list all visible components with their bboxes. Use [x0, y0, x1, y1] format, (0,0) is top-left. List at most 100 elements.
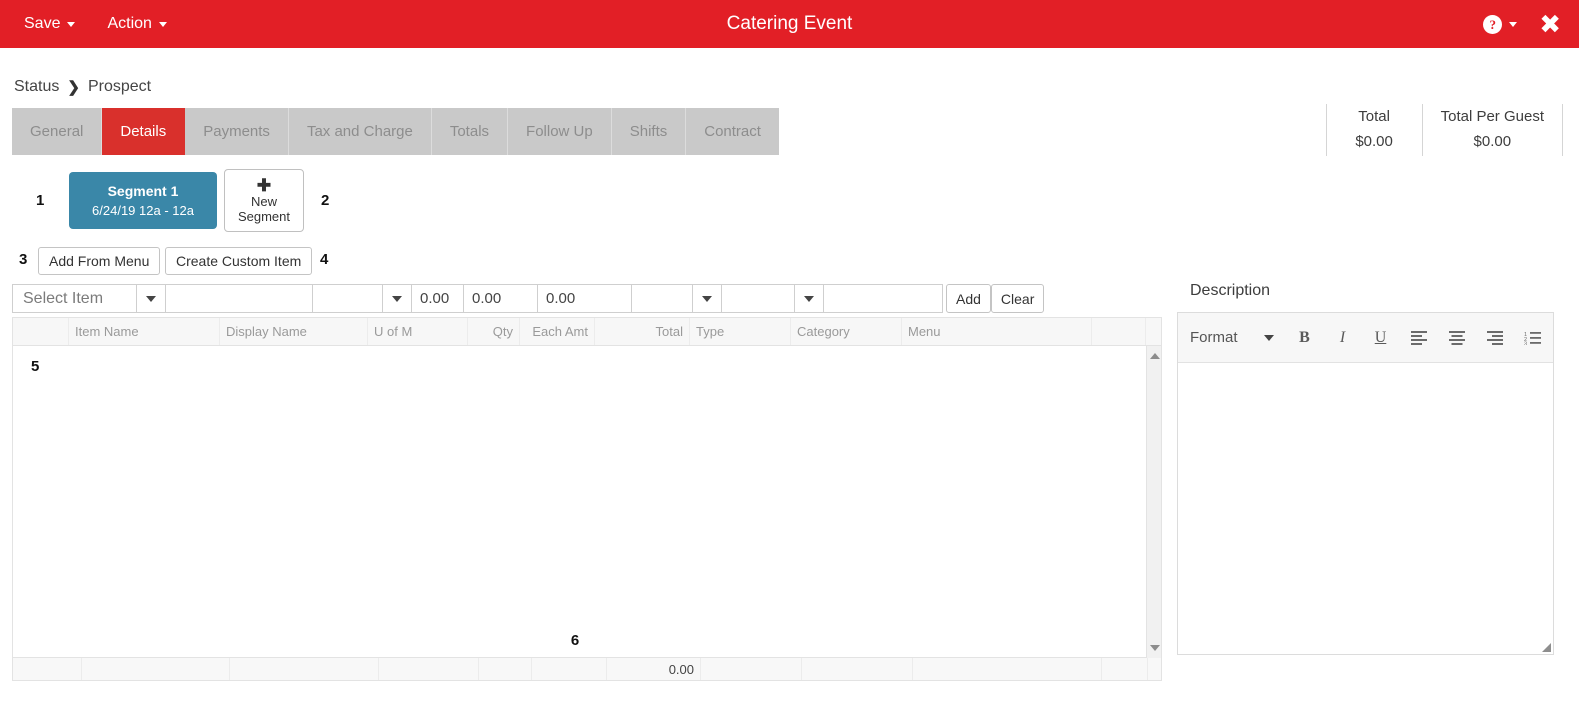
total-per-guest-label: Total Per Guest [1440, 108, 1544, 125]
svg-text:3: 3 [1524, 341, 1527, 345]
tab-label: Totals [449, 123, 490, 140]
grid-col-u-of-m[interactable]: U of M [368, 318, 468, 345]
total-input[interactable]: 0.00 [537, 284, 632, 313]
grid-col-display-name[interactable]: Display Name [220, 318, 368, 345]
grid-vertical-scrollbar[interactable] [1146, 346, 1161, 658]
save-menu[interactable]: Save [0, 0, 91, 48]
clear-item-button[interactable]: Clear [990, 284, 1045, 313]
tab-label: Follow Up [526, 123, 593, 140]
align-left-icon[interactable] [1402, 321, 1436, 355]
format-label: Format [1190, 329, 1238, 346]
grid-col-type[interactable]: Type [690, 318, 791, 345]
bold-icon[interactable]: B [1288, 321, 1322, 355]
grid-foot-scroll-spacer [1148, 658, 1161, 680]
grid-col-menu[interactable]: Menu [902, 318, 1092, 345]
chevron-down-icon[interactable] [692, 284, 722, 313]
tab-follow-up[interactable]: Follow Up [508, 108, 612, 155]
each-amt-input[interactable]: 0.00 [463, 284, 538, 313]
grid-foot-category [802, 658, 913, 680]
caret-down-icon [1509, 21, 1518, 27]
app-header-actions: ? ✖ [1483, 0, 1561, 48]
grid-col-total[interactable]: Total [595, 318, 690, 345]
tab-shifts[interactable]: Shifts [611, 108, 687, 155]
grid-foot-qty [479, 658, 532, 680]
grid-col-item-name[interactable]: Item Name [69, 318, 220, 345]
grid-col-actions [1092, 318, 1146, 345]
uofm-value [312, 284, 383, 313]
app-header-bar: Save Action Catering Event ? ✖ [0, 0, 1579, 48]
triangle-down-icon [146, 295, 156, 302]
tab-label: Tax and Charge [306, 123, 413, 140]
total-summary-cell: Total $0.00 [1325, 104, 1422, 156]
add-from-menu-button[interactable]: Add From Menu [38, 247, 161, 275]
help-menu[interactable]: ? [1483, 14, 1518, 34]
new-segment-label-line1: New [250, 193, 277, 209]
tab-contract[interactable]: Contract [686, 108, 779, 155]
scroll-up-icon[interactable] [1147, 348, 1162, 364]
breadcrumb-status[interactable]: Status [14, 78, 59, 96]
grid-foot-each-amt [532, 658, 607, 680]
grid-foot-item-name [82, 658, 230, 680]
category-dropdown[interactable] [721, 284, 824, 313]
segment-1-button[interactable]: Segment 1 6/24/19 12a - 12a [69, 172, 217, 229]
qty-input[interactable]: 0.00 [411, 284, 464, 313]
select-item-dropdown[interactable]: Select Item [12, 284, 166, 313]
triangle-down-icon [804, 295, 814, 302]
scroll-down-icon[interactable] [1147, 640, 1162, 656]
plus-icon: ✚ [256, 175, 272, 195]
grid-col-qty[interactable]: Qty [468, 318, 520, 345]
total-per-guest-summary-cell: Total Per Guest $0.00 [1421, 104, 1563, 156]
tab-bar: General Details Payments Tax and Charge … [12, 108, 779, 155]
italic-icon[interactable]: I [1326, 321, 1360, 355]
tab-payments[interactable]: Payments [185, 108, 289, 155]
format-dropdown[interactable]: Format [1190, 329, 1284, 346]
total-value: $0.00 [1355, 133, 1393, 150]
grid-col-category[interactable]: Category [791, 318, 902, 345]
triangle-up-icon [1149, 353, 1160, 359]
add-item-button[interactable]: Add [946, 284, 991, 313]
tab-label: Payments [203, 123, 270, 140]
category-value [721, 284, 795, 313]
action-menu-label: Action [107, 15, 152, 32]
action-menu[interactable]: Action [91, 0, 182, 48]
new-segment-button[interactable]: ✚ New Segment [224, 169, 304, 232]
step-marker-1: 1 [36, 192, 45, 209]
description-label: Description [1190, 282, 1271, 299]
close-icon[interactable]: ✖ [1539, 11, 1561, 37]
display-name-input[interactable] [165, 284, 313, 313]
tab-details[interactable]: Details [102, 108, 186, 155]
segment-datetime: 6/24/19 12a - 12a [92, 203, 194, 218]
description-textarea[interactable] [1178, 363, 1553, 654]
chevron-down-icon[interactable] [382, 284, 412, 313]
grid-footer-row: 0.00 [13, 658, 1161, 680]
create-custom-item-button[interactable]: Create Custom Item [165, 247, 313, 275]
step-marker-4: 4 [320, 251, 329, 268]
tab-totals[interactable]: Totals [431, 108, 509, 155]
resize-handle-icon[interactable] [1542, 643, 1551, 652]
triangle-down-icon [1149, 645, 1160, 651]
grid-col-each-amt[interactable]: Each Amt [520, 318, 595, 345]
grid-foot-select [13, 658, 82, 680]
description-editor: Format B I U 1 2 3 [1177, 312, 1554, 655]
align-right-icon[interactable] [1478, 321, 1512, 355]
items-grid: Item Name Display Name U of M Qty Each A… [12, 317, 1162, 681]
total-label: Total [1358, 108, 1390, 125]
select-item-value: Select Item [12, 284, 137, 313]
chevron-down-icon[interactable] [136, 284, 166, 313]
underline-icon[interactable]: U [1364, 321, 1398, 355]
step-marker-5: 5 [31, 358, 40, 375]
uofm-dropdown[interactable] [312, 284, 412, 313]
tab-tax-and-charge[interactable]: Tax and Charge [288, 108, 432, 155]
triangle-down-icon [702, 295, 712, 302]
menu-input[interactable] [823, 284, 943, 313]
type-dropdown[interactable] [631, 284, 722, 313]
tab-general[interactable]: General [12, 108, 103, 155]
grid-foot-type [701, 658, 802, 680]
align-center-icon[interactable] [1440, 321, 1474, 355]
grid-body[interactable]: 5 6 [13, 346, 1161, 658]
numbered-list-icon[interactable]: 1 2 3 [1516, 321, 1550, 355]
chevron-down-icon[interactable] [794, 284, 824, 313]
breadcrumb: Status ❯ Prospect [14, 78, 151, 96]
totals-summary: Total $0.00 Total Per Guest $0.00 [1325, 104, 1563, 156]
help-icon: ? [1483, 14, 1503, 34]
